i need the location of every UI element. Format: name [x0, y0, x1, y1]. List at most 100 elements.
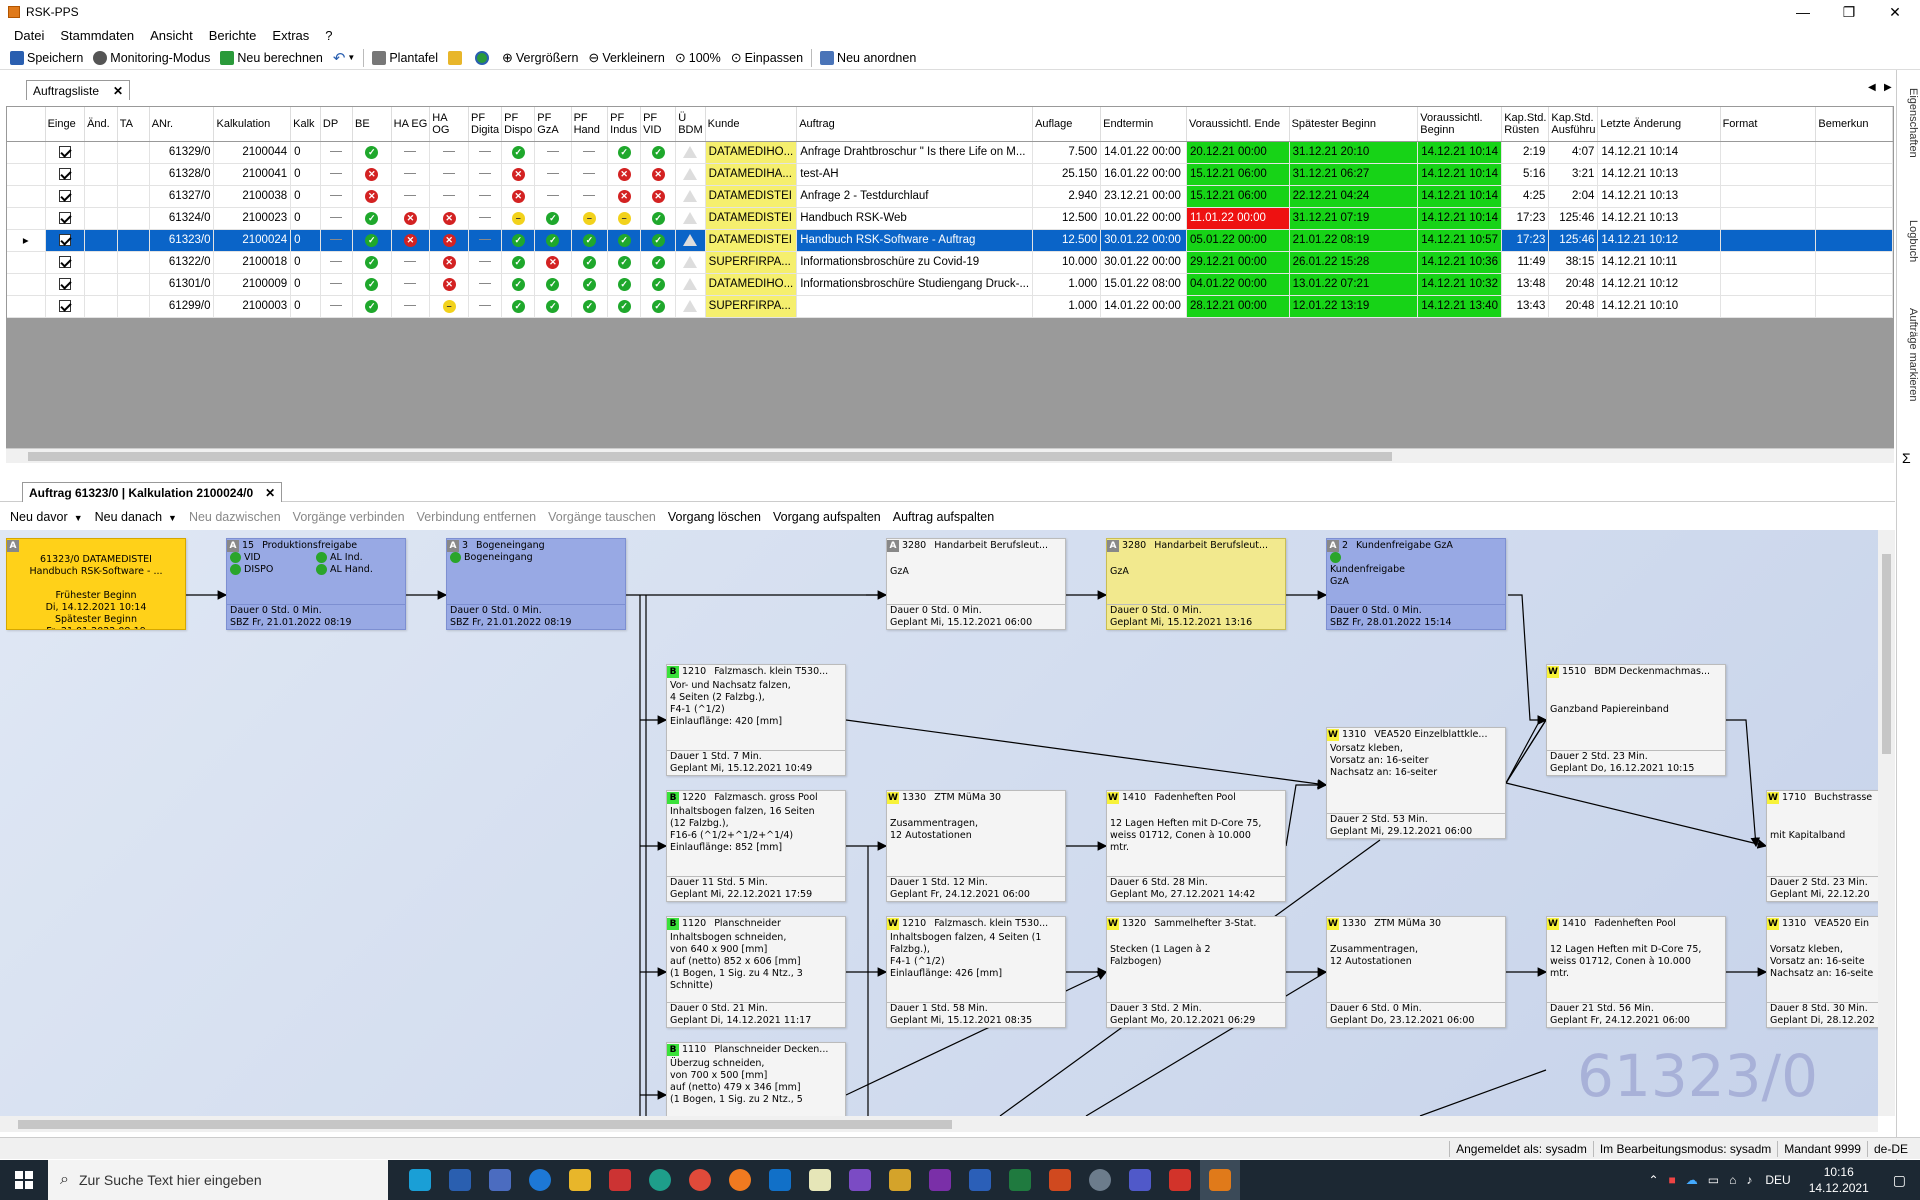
col-header[interactable]: BE [352, 107, 392, 142]
row-indicator[interactable] [7, 163, 46, 186]
new-between-button[interactable]: Neu dazwischen [183, 510, 287, 524]
col-header[interactable]: Spätester Beginn [1289, 107, 1419, 142]
process-node[interactable]: A 2 Kundenfreigabe GzA Kundenfreigabe GzA Da… [1326, 538, 1506, 630]
tab-scroll-left-icon[interactable]: ◀ [1868, 82, 1876, 93]
sigma-icon[interactable]: Σ [1902, 450, 1911, 466]
maximize-button[interactable]: ❐ [1826, 0, 1872, 24]
table-row[interactable]: 61301/0 2100009 0 ✓ ✕ ✓ ✓ ✓ ✓ ✓ DATAMEDIHO... Infor… [7, 273, 1893, 296]
received-checkbox-cell[interactable] [45, 185, 86, 208]
open-button[interactable] [443, 47, 470, 69]
process-node[interactable]: B 1120 Planschneider Inhaltsbogen schneiden… [666, 916, 846, 1028]
received-checkbox-cell[interactable] [45, 295, 86, 318]
row-indicator[interactable] [7, 141, 46, 164]
taskbar-rsk-pps[interactable] [1200, 1160, 1240, 1200]
network-view-button[interactable] [470, 47, 497, 69]
col-header[interactable]: PF Indus [607, 107, 642, 142]
process-node[interactable]: W 1410 Fadenheften Pool 12 Lagen Heften mi… [1546, 916, 1726, 1028]
col-header[interactable]: Kalkulation [213, 107, 292, 142]
received-checkbox[interactable] [58, 277, 71, 290]
received-checkbox-cell[interactable] [45, 229, 86, 252]
received-checkbox[interactable] [58, 145, 71, 158]
received-checkbox-cell[interactable] [45, 251, 86, 274]
process-node[interactable]: W 1330 ZTM MüMa 30 Zusammentragen, 12 Auto… [886, 790, 1066, 902]
process-node[interactable]: A 61323/0 DATAMEDISTEI Handbuch RSK-Softw… [6, 538, 186, 630]
received-checkbox[interactable] [58, 233, 71, 246]
received-checkbox-cell[interactable] [45, 273, 86, 296]
menu-stammdaten[interactable]: Stammdaten [52, 28, 142, 43]
taskbar-edge[interactable] [640, 1160, 680, 1200]
col-header[interactable]: Änd. [84, 107, 118, 142]
col-header[interactable]: Auflage [1032, 107, 1102, 142]
remove-link-button[interactable]: Verbindung entfernen [411, 510, 543, 524]
col-header[interactable]: Kalk [290, 107, 321, 142]
row-indicator[interactable] [7, 251, 46, 274]
received-checkbox-cell[interactable] [45, 141, 86, 164]
process-node[interactable]: A 3280 Handarbeit Berufsleut... GzA Dauer 0… [886, 538, 1066, 630]
taskbar-app-11[interactable] [800, 1160, 840, 1200]
col-header[interactable]: Endtermin [1100, 107, 1187, 142]
cloud-icon[interactable]: ☁ [1681, 1173, 1703, 1187]
process-node[interactable]: W 1330 ZTM MüMa 30 Zusammentragen, 12 Auto… [1326, 916, 1506, 1028]
undo-button[interactable]: ↶ ▼ [328, 47, 361, 69]
fit-button[interactable]: ⊙ Einpassen [726, 47, 808, 69]
zoom-100-button[interactable]: ⊙ 100% [670, 47, 726, 69]
scroll-thumb[interactable] [1882, 554, 1891, 754]
split-order-button[interactable]: Auftrag aufspalten [887, 510, 1000, 524]
taskbar-app-13[interactable] [880, 1160, 920, 1200]
chevron-up-icon[interactable]: ⌃ [1643, 1173, 1663, 1187]
taskbar-onenote[interactable] [920, 1160, 960, 1200]
col-header[interactable]: PF Digita [468, 107, 503, 142]
table-row[interactable]: 61327/0 2100038 0 ✕ ✕ ✕ ✕ DATAMEDISTEI Anfrage 2… [7, 185, 1893, 208]
taskbar-outlook[interactable] [760, 1160, 800, 1200]
process-node[interactable]: W 1410 Fadenheften Pool 12 Lagen Heften mi… [1106, 790, 1286, 902]
col-header[interactable]: Kap.Std. Rüsten [1501, 107, 1550, 142]
close-button[interactable]: ✕ [1872, 0, 1918, 24]
received-checkbox[interactable] [58, 299, 71, 312]
taskbar-explorer[interactable] [560, 1160, 600, 1200]
close-icon[interactable]: ✕ [265, 486, 275, 500]
col-header[interactable]: Letzte Änderung [1597, 107, 1721, 142]
taskbar-firefox[interactable] [720, 1160, 760, 1200]
menu-ansicht[interactable]: Ansicht [142, 28, 201, 43]
col-header[interactable]: PF GzA [534, 107, 572, 142]
sidebar-tab-log[interactable]: Logbuch [1899, 220, 1919, 262]
delete-step-button[interactable]: Vorgang löschen [662, 510, 767, 524]
process-node[interactable]: B 1210 Falzmasch. klein T530... Vor- und Na… [666, 664, 846, 776]
monitoring-button[interactable]: Monitoring-Modus [88, 47, 215, 69]
received-checkbox-cell[interactable] [45, 163, 86, 186]
process-node[interactable]: A 3280 Handarbeit Berufsleut... GzA Dauer 0… [1106, 538, 1286, 630]
plantafel-button[interactable]: Plantafel [367, 47, 443, 69]
col-header[interactable]: DP [320, 107, 354, 142]
table-row[interactable]: ▸ 61323/0 2100024 0 ✓ ✕ ✕ ✓ ✓ ✓ ✓ ✓ DATAMEDISTEI Hand… [7, 229, 1893, 252]
taskbar-app-20[interactable] [1160, 1160, 1200, 1200]
rearrange-button[interactable]: Neu anordnen [815, 47, 921, 69]
process-node[interactable]: W 1210 Falzmasch. klein T530... Inhaltsboge… [886, 916, 1066, 1028]
new-after-button[interactable]: Neu danach ▼ [89, 510, 183, 524]
table-row[interactable]: 61299/0 2100003 0 ✓ – ✓ ✓ ✓ ✓ ✓ SUPERFIRPA... 1.000… [7, 295, 1893, 318]
col-header[interactable]: TA [117, 107, 150, 142]
process-node[interactable]: W 1710 Buchstrasse mit Kapitalband Dauer 2 … [1766, 790, 1878, 902]
start-button[interactable] [0, 1160, 48, 1200]
col-header[interactable]: Auftrag [796, 107, 1034, 142]
input-language[interactable]: DEU [1757, 1173, 1798, 1187]
col-header[interactable]: ANr. [149, 107, 215, 142]
recalc-button[interactable]: Neu berechnen [215, 47, 327, 69]
zoom-out-button[interactable]: ⊖ Verkleinern [583, 47, 669, 69]
received-checkbox[interactable] [58, 255, 71, 268]
received-checkbox[interactable] [58, 167, 71, 180]
taskbar-word[interactable] [960, 1160, 1000, 1200]
table-row[interactable]: 61329/0 2100044 0 ✓ ✓ ✓ ✓ DATAMEDIHO... Anfrage … [7, 141, 1893, 164]
col-header[interactable]: Kap.Std. Ausführu [1548, 107, 1599, 142]
process-node[interactable]: B 1220 Falzmasch. gross Pool Inhaltsbogen f… [666, 790, 846, 902]
row-indicator[interactable] [7, 295, 46, 318]
col-header[interactable]: Bemerkun [1815, 107, 1893, 142]
link-steps-button[interactable]: Vorgänge verbinden [287, 510, 411, 524]
grid-horizontal-scrollbar[interactable] [6, 448, 1894, 463]
process-node[interactable]: W 1510 BDM Deckenmachmas... Ganzband Papie… [1546, 664, 1726, 776]
taskbar-app-3[interactable] [480, 1160, 520, 1200]
scroll-thumb[interactable] [28, 452, 1392, 461]
new-before-button[interactable]: Neu davor ▼ [0, 510, 89, 524]
process-node[interactable]: W 1320 Sammelhefter 3-Stat. Stecken (1 Lag… [1106, 916, 1286, 1028]
minimize-button[interactable]: — [1780, 0, 1826, 24]
notification-icon[interactable]: ▢ [1879, 1172, 1920, 1189]
